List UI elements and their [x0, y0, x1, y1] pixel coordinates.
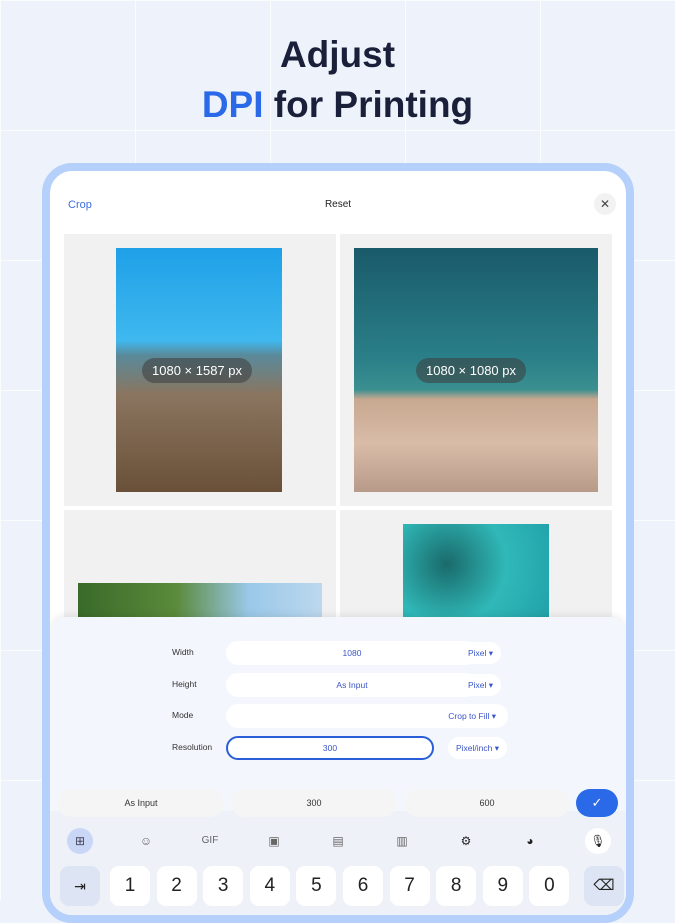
headline-line2: DPI for Printing	[0, 80, 675, 130]
dimension-badge: 1080 × 1587 px	[142, 358, 252, 383]
key-1[interactable]: 1	[110, 866, 150, 906]
width-unit-dropdown[interactable]: Pixel ▾	[460, 642, 502, 664]
mode-label: Mode	[172, 710, 194, 720]
dimension-badge: 1080 × 1080 px	[416, 358, 526, 383]
gif-button[interactable]: GIF	[197, 828, 223, 854]
mode-row: Mode Crop to Fill ▾	[50, 704, 626, 728]
headline-line1: Adjust	[279, 34, 396, 75]
one-handed-icon[interactable]: ▤	[325, 828, 351, 854]
height-unit-dropdown[interactable]: Pixel ▾	[460, 674, 502, 696]
suggestion-300[interactable]: 300	[231, 789, 397, 817]
photo-aerial-reef	[403, 524, 549, 624]
sticker-icon[interactable]: ☺	[133, 828, 159, 854]
key-2[interactable]: 2	[156, 866, 197, 906]
key-4[interactable]: 4	[249, 866, 290, 906]
apps-grid-icon[interactable]: ⊞	[67, 828, 93, 854]
key-9[interactable]: 9	[482, 866, 523, 906]
mode-dropdown[interactable]: Crop to Fill ▾	[226, 704, 508, 728]
reset-button[interactable]: Reset	[50, 199, 626, 210]
settings-gear-icon[interactable]: ⚙	[453, 828, 479, 854]
clipboard-icon[interactable]: ▣	[261, 828, 287, 854]
close-icon[interactable]: ✕	[594, 193, 616, 215]
resolution-row: Resolution 300 Pixel/inch ▾	[50, 736, 626, 760]
image-cell[interactable]: 1080 × 1080 px	[340, 234, 612, 506]
microphone-icon[interactable]: 🎙	[585, 828, 611, 854]
width-row: Width 1080 Pixel ▾	[50, 641, 626, 665]
tab-key[interactable]: ⇥	[60, 866, 100, 906]
resolution-unit-dropdown[interactable]: Pixel/inch ▾	[448, 737, 508, 759]
image-cell[interactable]	[340, 510, 612, 630]
resolution-label: Resolution	[172, 742, 213, 752]
headline-rest: for Printing	[263, 84, 474, 125]
floating-keyboard-icon[interactable]: ▥	[389, 828, 415, 854]
headline: Adjust DPI for Printing	[0, 30, 675, 130]
suggestion-600[interactable]: 600	[404, 789, 570, 817]
key-5[interactable]: 5	[296, 866, 337, 906]
resolution-input[interactable]: 300	[226, 736, 434, 760]
height-label: Height	[172, 679, 197, 689]
confirm-button[interactable]: ✓	[576, 789, 618, 817]
headline-accent: DPI	[201, 84, 264, 125]
theme-palette-icon[interactable]: ◕	[517, 828, 543, 854]
image-cell[interactable]	[64, 510, 336, 630]
width-input[interactable]: 1080	[226, 641, 478, 665]
height-row: Height As Input Pixel ▾	[50, 673, 626, 697]
key-8[interactable]: 8	[436, 866, 477, 906]
key-3[interactable]: 3	[203, 866, 244, 906]
top-bar: Crop Reset ✕	[50, 171, 626, 235]
tablet-frame: Crop Reset ✕ 1080 × 1587 px 1080 × 1080 …	[42, 163, 634, 923]
backspace-key[interactable]: ⌫	[584, 866, 624, 906]
key-6[interactable]: 6	[343, 866, 383, 906]
key-7[interactable]: 7	[389, 866, 430, 906]
key-0[interactable]: 0	[529, 866, 570, 906]
width-label: Width	[172, 647, 194, 657]
height-input[interactable]: As Input	[226, 673, 478, 697]
suggestion-as-input[interactable]: As Input	[58, 789, 224, 817]
image-cell[interactable]: 1080 × 1587 px	[64, 234, 336, 506]
